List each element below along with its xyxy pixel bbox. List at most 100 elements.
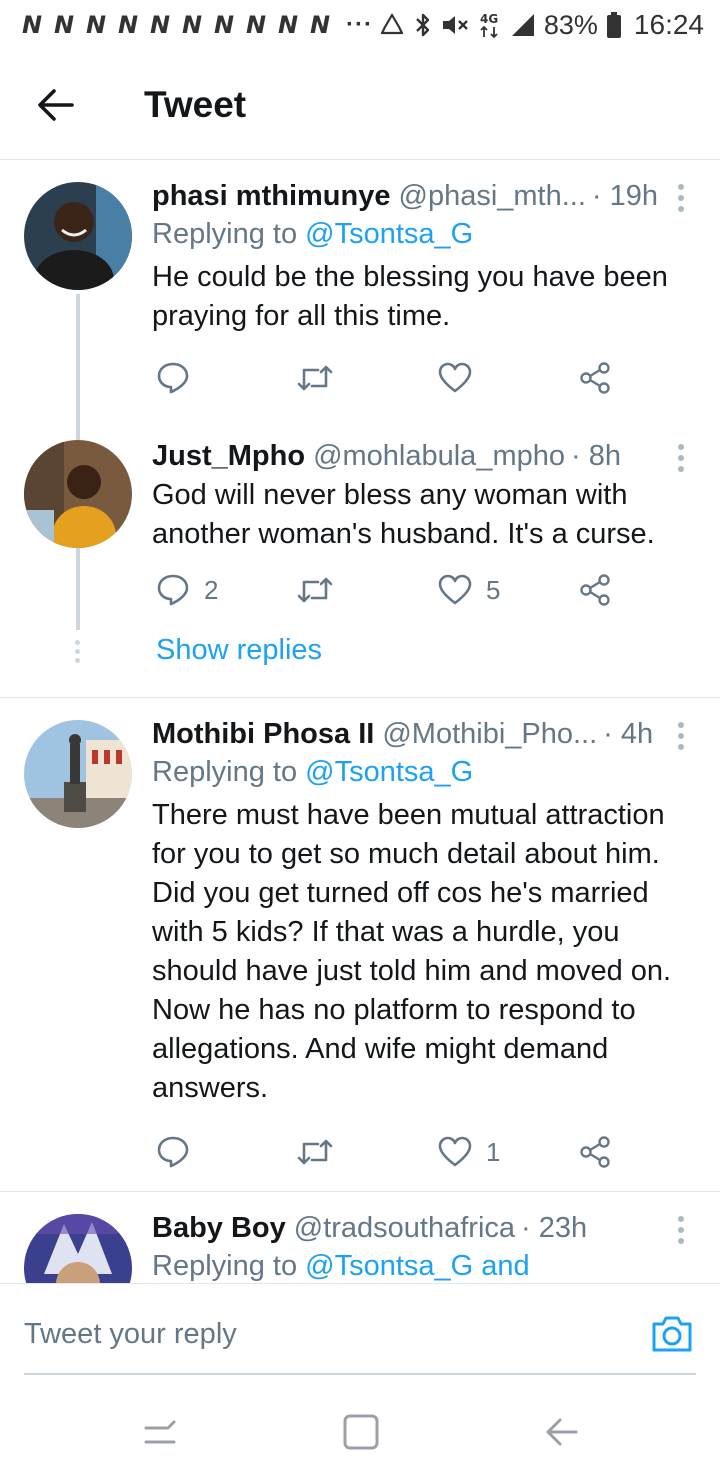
- user-handle[interactable]: @mohlabula_mpho: [313, 438, 565, 474]
- tweet[interactable]: Baby Boy @tradsouthafrica · 23h Replying…: [0, 1192, 720, 1283]
- share-icon: [580, 1136, 610, 1168]
- notification-icon: N: [245, 11, 267, 39]
- avatar[interactable]: [24, 182, 132, 290]
- reply-icon: [157, 574, 189, 606]
- share-button[interactable]: [578, 566, 612, 614]
- notification-icon: N: [117, 11, 139, 39]
- like-count: 1: [486, 1136, 501, 1167]
- user-handle[interactable]: @tradsouthafrica: [294, 1210, 515, 1246]
- recent-apps-icon[interactable]: [140, 1412, 180, 1452]
- like-count: 5: [486, 574, 501, 605]
- replying-to: Replying to @Tsontsa_G: [152, 214, 700, 254]
- retweet-icon: [297, 577, 333, 603]
- notification-icon: N: [85, 11, 107, 39]
- tweet-content: Just_Mpho @mohlabula_mpho · 8h God will …: [152, 438, 700, 554]
- like-button[interactable]: [438, 354, 472, 402]
- mention-link[interactable]: @Tsontsa_G and: [305, 1250, 530, 1282]
- user-handle[interactable]: @phasi_mth...: [399, 178, 586, 214]
- replying-to: Replying to @Tsontsa_G: [152, 752, 700, 792]
- mention-link[interactable]: @Tsontsa_G: [305, 218, 473, 250]
- share-icon: [580, 362, 610, 394]
- more-options-button[interactable]: [666, 440, 696, 476]
- back-button[interactable]: [16, 65, 96, 145]
- reply-button[interactable]: [156, 1128, 190, 1176]
- tweet[interactable]: Just_Mpho @mohlabula_mpho · 8h God will …: [0, 420, 720, 697]
- tweet-header: Mothibi Phosa II @Mothibi_Pho... · 4h: [152, 716, 700, 752]
- display-name[interactable]: Baby Boy: [152, 1210, 286, 1246]
- retweet-icon: [297, 365, 333, 391]
- heart-icon: [438, 362, 472, 393]
- signal-icon: [511, 14, 534, 36]
- retweet-button[interactable]: [296, 354, 334, 402]
- replying-prefix: Replying to: [152, 1250, 306, 1282]
- tweet-content: Mothibi Phosa II @Mothibi_Pho... · 4h Re…: [152, 716, 700, 1108]
- tweet-text: God will never bless any woman with anot…: [152, 479, 655, 550]
- camera-button[interactable]: [650, 1314, 694, 1354]
- user-handle[interactable]: @Mothibi_Pho...: [382, 716, 597, 752]
- tweet-content: Baby Boy @tradsouthafrica · 23h Replying…: [152, 1210, 700, 1283]
- svg-text:4G: 4G: [480, 12, 498, 26]
- tweet[interactable]: phasi mthimunye @phasi_mth... · 19h Repl…: [0, 160, 720, 570]
- notification-icon: N: [277, 11, 299, 39]
- like-button[interactable]: 1: [438, 1128, 500, 1176]
- retweet-button[interactable]: [296, 1128, 334, 1176]
- notification-icon: N: [309, 11, 331, 39]
- app-header: Tweet: [0, 50, 720, 160]
- camera-icon: [652, 1316, 692, 1352]
- reply-icon: [157, 1136, 189, 1168]
- more-notifications-indicator: ···: [346, 11, 373, 38]
- user-avatar-image: [24, 1214, 132, 1283]
- notification-icon: N: [149, 11, 171, 39]
- display-name[interactable]: Just_Mpho: [152, 438, 305, 474]
- display-name[interactable]: phasi mthimunye: [152, 178, 391, 214]
- heart-icon: [438, 574, 472, 605]
- system-back-icon[interactable]: [542, 1412, 582, 1452]
- avatar[interactable]: [24, 1214, 132, 1283]
- tweet-text: There must have been mutual attraction f…: [152, 799, 672, 1104]
- display-name[interactable]: Mothibi Phosa II: [152, 716, 374, 752]
- timestamp: · 19h: [591, 180, 659, 212]
- reply-icon: [157, 362, 189, 394]
- reply-count: 2: [204, 574, 219, 605]
- notification-icon: N: [181, 11, 203, 39]
- notification-icon: N: [21, 11, 43, 39]
- input-underline: [24, 1373, 696, 1375]
- user-avatar-image: [24, 440, 132, 548]
- more-options-button[interactable]: [666, 180, 696, 216]
- like-button[interactable]: 5: [438, 566, 500, 614]
- timestamp: · 23h: [521, 1212, 588, 1244]
- user-avatar-image: [24, 720, 132, 828]
- share-button[interactable]: [578, 1128, 612, 1176]
- more-options-button[interactable]: [666, 718, 696, 754]
- mention-link[interactable]: @Tsontsa_G: [305, 756, 473, 788]
- tweet-content: phasi mthimunye @phasi_mth... · 19h Repl…: [152, 178, 700, 336]
- more-options-button[interactable]: [666, 1212, 696, 1248]
- arrow-left-icon: [38, 88, 74, 121]
- home-icon[interactable]: [341, 1412, 381, 1452]
- recycle-icon: [380, 13, 403, 35]
- reply-input[interactable]: Tweet your reply: [24, 1318, 237, 1351]
- show-replies-link[interactable]: Show replies: [156, 634, 322, 667]
- tweet-header: phasi mthimunye @phasi_mth... · 19h: [152, 178, 700, 214]
- notification-icons: N N N N N N N N N N ···: [18, 11, 373, 39]
- tweet-header: Just_Mpho @mohlabula_mpho · 8h: [152, 438, 700, 474]
- timestamp: · 8h: [571, 440, 621, 472]
- reply-button[interactable]: [156, 354, 190, 402]
- retweet-icon: [297, 1139, 333, 1165]
- share-button[interactable]: [578, 354, 612, 402]
- reply-button[interactable]: 2: [156, 566, 218, 614]
- avatar[interactable]: [24, 720, 132, 828]
- notification-icon: N: [213, 11, 235, 39]
- tweet[interactable]: Mothibi Phosa II @Mothibi_Pho... · 4h Re…: [0, 698, 720, 1191]
- tweet-header: Baby Boy @tradsouthafrica · 23h: [152, 1210, 700, 1246]
- thread-line: [76, 554, 80, 630]
- replying-prefix: Replying to: [152, 756, 306, 788]
- avatar[interactable]: [24, 440, 132, 548]
- status-bar: N N N N N N N N N N ··· 4G 83% 16:24: [0, 0, 720, 50]
- page-title: Tweet: [144, 83, 247, 125]
- replying-to: Replying to @Tsontsa_G and: [152, 1246, 700, 1283]
- tweet-actions: 1: [152, 1128, 622, 1176]
- timestamp: · 4h: [603, 718, 654, 750]
- retweet-button[interactable]: [296, 566, 334, 614]
- share-icon: [580, 574, 610, 606]
